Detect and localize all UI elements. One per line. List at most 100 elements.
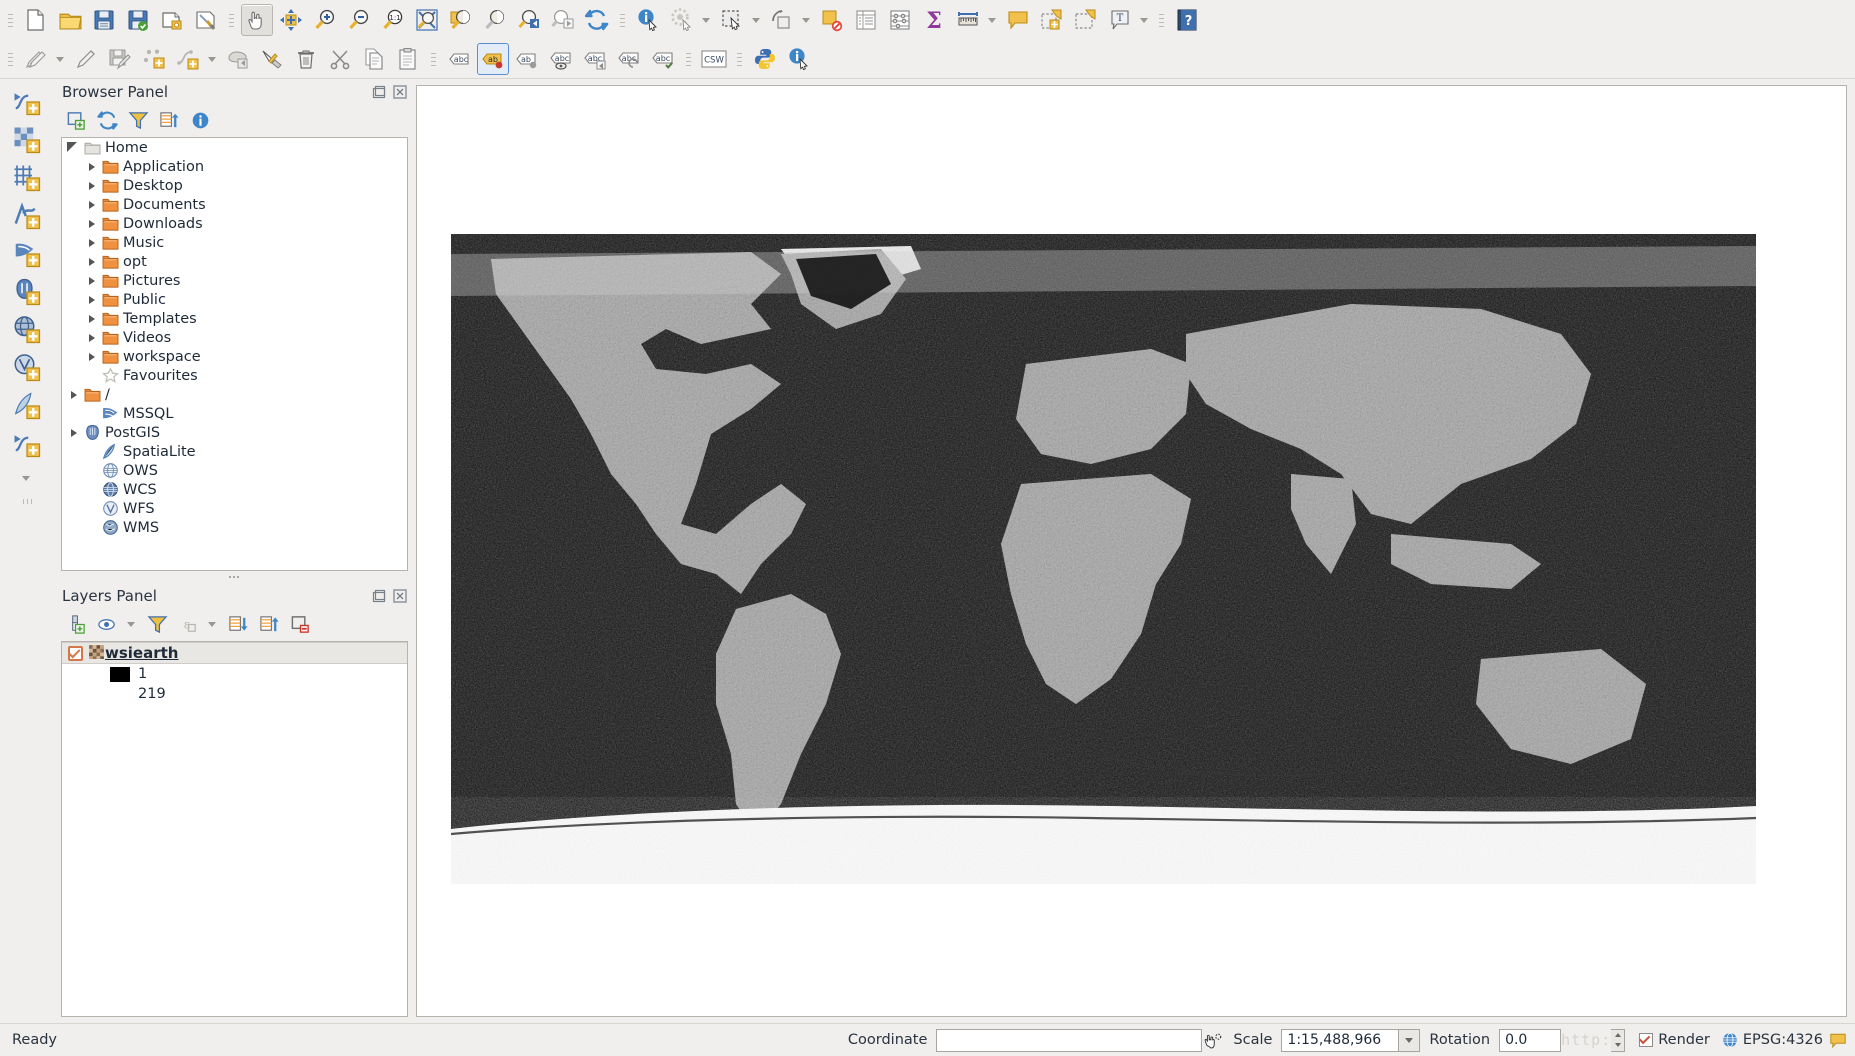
scale-dropdown[interactable] [1399,1028,1421,1052]
open-attribute-table-button[interactable] [816,4,848,36]
browser-tree-item-spatialite[interactable]: SpatiaLite [62,442,407,461]
layers-panel-close-button[interactable] [392,588,408,604]
scale-input[interactable]: 1:15,488,966 [1281,1028,1400,1052]
browser-refresh-button[interactable] [94,107,120,133]
tree-twisty-closed-icon[interactable] [84,296,100,304]
add-point-feature-button[interactable] [138,43,170,75]
new-spatial-bookmark-button[interactable] [1036,4,1068,36]
add-vector-layer-button[interactable] [9,83,45,121]
browser-tree-item-application[interactable]: Application [62,157,407,176]
toolbar-grip-map-nav[interactable] [227,7,236,33]
browser-tree-item-mssql[interactable]: MSSQL [62,404,407,423]
filter-browser-button[interactable] [125,107,151,133]
filter-legend-expression-dropdown[interactable] [205,609,219,639]
highlight-pinned-labels-button[interactable]: ab [511,43,543,75]
zoom-full-button[interactable] [411,4,443,36]
text-annotation-button[interactable]: T [1104,4,1136,36]
browser-tree-item-desktop[interactable]: Desktop [62,176,407,195]
select-features-dropdown[interactable] [749,5,763,35]
add-mssql-layer-button[interactable] [9,235,45,273]
toolbar-grip-help[interactable] [1157,7,1166,33]
toolbar-grip-metasearch[interactable] [684,46,693,72]
browser-properties-button[interactable] [187,107,213,133]
remove-layer-button[interactable] [287,611,313,637]
zoom-native-button[interactable]: 1:1 [377,4,409,36]
layers-panel-float-button[interactable] [371,588,387,604]
map-canvas[interactable] [416,85,1847,1017]
browser-tree-item-home[interactable]: Home [62,138,407,157]
crs-button[interactable] [1719,1031,1741,1049]
render-checkbox[interactable] [1639,1033,1654,1047]
tree-twisty-closed-icon[interactable] [84,277,100,285]
add-postgis-layer-button[interactable] [9,273,45,311]
toggle-extents-button[interactable] [1202,1031,1224,1050]
tree-twisty-closed-icon[interactable] [84,334,100,342]
filter-legend-expression-button[interactable]: ε [175,611,201,637]
browser-tree-item-ows[interactable]: OWS [62,461,407,480]
browser-collapse-all-button[interactable] [156,107,182,133]
browser-tree-item-workspace[interactable]: workspace [62,347,407,366]
zoom-last-button[interactable] [513,4,545,36]
tree-twisty-closed-icon[interactable] [84,315,100,323]
browser-tree-item-favourites[interactable]: Favourites [62,366,407,385]
add-raster-layer-button[interactable] [9,121,45,159]
add-mesh-layer-button[interactable] [9,159,45,197]
add-feature-dropdown[interactable] [205,44,219,74]
browser-tree-item-opt[interactable]: opt [62,252,407,271]
toolbar-grip[interactable] [6,7,15,33]
add-wms-layer-button[interactable] [9,311,45,349]
field-calculator-button[interactable] [884,4,916,36]
zoom-next-button[interactable] [547,4,579,36]
paste-features-button[interactable] [392,43,424,75]
add-delimited-text-layer-button[interactable] [9,197,45,235]
rotation-input[interactable]: 0.0 [1499,1028,1562,1052]
attribute-table-button[interactable] [850,4,882,36]
deselect-features-dropdown[interactable] [799,5,813,35]
tree-twisty-closed-icon[interactable] [84,220,100,228]
filter-legend-button[interactable] [144,611,170,637]
tree-twisty-closed-icon[interactable] [66,429,82,437]
browser-tree-item-pictures[interactable]: Pictures [62,271,407,290]
annotation-dropdown[interactable] [1137,5,1151,35]
browser-panel-close-button[interactable] [392,84,408,100]
tree-twisty-closed-icon[interactable] [66,391,82,399]
csw-button[interactable]: CSW [698,43,730,75]
browser-tree-item-wcs[interactable]: WCS [62,480,407,499]
browser-tree-item-videos[interactable]: Videos [62,328,407,347]
move-label-button[interactable]: abc [579,43,611,75]
python-console-button[interactable] [749,43,781,75]
browser-tree[interactable]: Home Application Desktop Documents Downloads… [61,137,408,571]
layer-visibility-checkbox[interactable] [68,645,83,661]
browser-panel-float-button[interactable] [371,84,387,100]
help-button[interactable]: ? [1171,4,1203,36]
copy-features-button[interactable] [358,43,390,75]
vertex-tool-button[interactable] [222,43,254,75]
toolbar-grip-labels[interactable] [429,46,438,72]
add-wfs-layer-button[interactable] [9,349,45,387]
add-spatialite-layer-button[interactable] [9,387,45,425]
measure-line-button[interactable] [952,4,984,36]
tree-twisty-closed-icon[interactable] [84,258,100,266]
statistical-summary-button[interactable]: Σ [918,4,950,36]
tree-twisty-closed-icon[interactable] [84,353,100,361]
tree-twisty-closed-icon[interactable] [84,163,100,171]
manage-map-themes-button[interactable] [94,611,120,637]
about-button[interactable] [783,43,815,75]
select-features-button[interactable] [716,4,748,36]
rotation-stepper[interactable] [1611,1028,1626,1052]
deselect-features-button[interactable] [766,4,798,36]
layers-collapse-all-button[interactable] [256,611,282,637]
coordinate-input[interactable] [936,1028,1203,1052]
message-log-button[interactable] [1829,1031,1851,1050]
browser-tree-item-postgis[interactable]: PostGIS [62,423,407,442]
pan-map-button[interactable] [241,4,273,36]
layers-tree[interactable]: wsiearth 1 219 [61,641,408,1017]
browser-tree-item-documents[interactable]: Documents [62,195,407,214]
show-bookmarks-button[interactable] [1070,4,1102,36]
browser-tree-item-templates[interactable]: Templates [62,309,407,328]
map-tips-button[interactable] [1002,4,1034,36]
pin-labels-button[interactable]: ab [477,43,509,75]
current-edits-dropdown[interactable] [53,44,67,74]
layer-tree-row[interactable]: wsiearth [62,642,407,664]
new-print-layout-button[interactable] [156,4,188,36]
